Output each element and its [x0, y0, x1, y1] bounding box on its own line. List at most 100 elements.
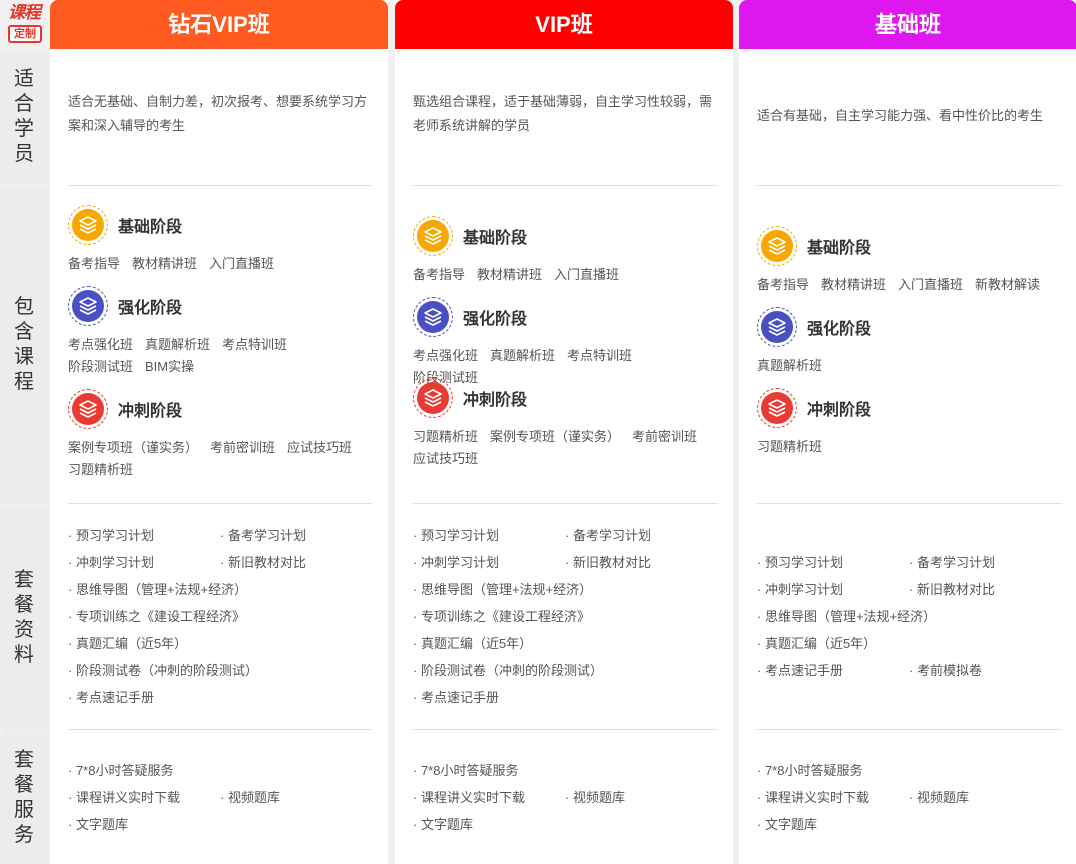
course-item[interactable]: 考点强化班 [413, 345, 478, 367]
plan-header[interactable]: VIP班 [395, 0, 733, 49]
stage-header: 冲刺阶段 [68, 389, 372, 429]
service-item: · 视频题库 [909, 790, 969, 805]
course-item[interactable]: 真题解析班 [145, 334, 210, 356]
course-item[interactable]: 应试技巧班 [287, 437, 352, 459]
course-item[interactable]: 习题精析班 [413, 426, 478, 448]
material-item: · 新旧教材对比 [565, 555, 651, 570]
course-item[interactable]: 入门直播班 [898, 274, 963, 296]
course-item[interactable]: 案例专项班（谨实务） [490, 426, 620, 448]
row-label-services: 套餐服务 [0, 732, 48, 864]
stage-title: 基础阶段 [463, 230, 528, 247]
materials-row: · 预习学习计划 · 备考学习计划 [757, 549, 1061, 576]
services-row: · 课程讲义实时下载 · 视频题库 [413, 784, 717, 811]
row-label-materials: 套餐资料 [0, 506, 48, 730]
layers-glyph [424, 308, 442, 326]
material-item: · 考点速记手册 [68, 690, 154, 705]
course-item[interactable]: 应试技巧班 [413, 448, 478, 470]
stage-title: 冲刺阶段 [807, 402, 872, 419]
course-item[interactable]: 新教材解读 [975, 274, 1040, 296]
course-item[interactable]: 案例专项班（谨实务） [68, 437, 198, 459]
layers-icon [68, 286, 108, 326]
stage-header: 基础阶段 [413, 216, 717, 256]
materials-row: · 专项训练之《建设工程经济》 [413, 603, 717, 630]
section-divider [68, 503, 372, 504]
plan-header[interactable]: 钻石VIP班 [50, 0, 388, 49]
stage-title: 强化阶段 [118, 300, 183, 317]
stage-course-list: 案例专项班（谨实务） 考前密训班 应试技巧班习题精析班 [68, 437, 372, 481]
plan-column-diamond-vip: 钻石VIP班 适合无基础、自制力差，初次报考、想要系统学习方案和深入辅导的考生 基础… [50, 0, 388, 864]
stage-course-list: 备考指导 教材精讲班 入门直播班 [68, 253, 372, 275]
course-stage: 基础阶段 备考指导 教材精讲班 入门直播班 新教材解读 [757, 226, 1061, 296]
course-item[interactable]: 真题解析班 [490, 345, 555, 367]
section-divider [757, 185, 1061, 186]
stage-course-list: 真题解析班 [757, 355, 1061, 377]
course-stage: 冲刺阶段习题精析班 [757, 388, 1061, 458]
service-item: · 视频题库 [565, 790, 625, 805]
course-item[interactable]: 备考指导 [757, 274, 809, 296]
layers-icon [68, 205, 108, 245]
material-item: · 思维导图（管理+法规+经济） [413, 582, 593, 597]
materials-row: · 阶段测试卷（冲刺的阶段测试） [413, 657, 717, 684]
services-list: · 7*8小时答疑服务 · 课程讲义实时下载 · 视频题库 · 文字题库 [757, 757, 1061, 838]
layers-glyph [768, 237, 786, 255]
materials-row: · 阶段测试卷（冲刺的阶段测试） [68, 657, 372, 684]
materials-row: · 真题汇编（近5年） [757, 630, 1061, 657]
materials-row: · 考点速记手册 · 考前模拟卷 [757, 657, 1061, 684]
row-label-sidebar: 课程 定制 适合学员 包含课程 套餐资料 套餐服务 [0, 0, 48, 864]
suitable-description: 适合有基础，自主学习能力强、看中性价比的考生 [757, 108, 1044, 123]
materials-row: · 真题汇编（近5年） [413, 630, 717, 657]
course-item[interactable]: 教材精讲班 [821, 274, 886, 296]
stage-course-list: 备考指导 教材精讲班 入门直播班 [413, 264, 717, 286]
course-item[interactable]: 真题解析班 [757, 355, 822, 377]
course-item[interactable]: BIM实操 [145, 356, 194, 378]
materials-row: · 冲刺学习计划 · 新旧教材对比 [757, 576, 1061, 603]
course-stage: 基础阶段备考指导 教材精讲班 入门直播班 [413, 216, 717, 286]
course-item[interactable]: 教材精讲班 [132, 253, 197, 275]
course-item[interactable]: 考点特训班 [567, 345, 632, 367]
course-item[interactable]: 考前密训班 [632, 426, 697, 448]
course-item[interactable]: 入门直播班 [554, 264, 619, 286]
course-stage: 强化阶段 考点强化班 真题解析班 考点特训班阶段测试班 [413, 297, 717, 389]
course-item[interactable]: 考点强化班 [68, 334, 133, 356]
course-item[interactable]: 考点特训班 [222, 334, 287, 356]
service-item: · 视频题库 [220, 790, 280, 805]
services-row: · 7*8小时答疑服务 [68, 757, 372, 784]
course-item[interactable]: 阶段测试班 [68, 356, 133, 378]
suitable-description: 甄选组合课程，适于基础薄弱，自主学习性较弱，需老师系统讲解的学员 [413, 94, 713, 133]
material-item: · 考前模拟卷 [909, 663, 982, 678]
section-divider [68, 185, 372, 186]
layers-glyph [424, 227, 442, 245]
section-divider [757, 503, 1061, 504]
course-item[interactable]: 习题精析班 [757, 436, 822, 458]
layers-glyph [79, 297, 97, 315]
course-stage: 强化阶段真题解析班 [757, 307, 1061, 377]
course-stage: 基础阶段备考指导 教材精讲班 入门直播班 [68, 205, 372, 275]
materials-row: · 冲刺学习计划 · 新旧教材对比 [413, 549, 717, 576]
course-item[interactable]: 备考指导 [413, 264, 465, 286]
course-custom-logo: 课程 定制 [2, 2, 46, 46]
course-item[interactable]: 习题精析班 [68, 459, 133, 481]
course-stage: 冲刺阶段案例专项班（谨实务） 考前密训班 应试技巧班习题精析班 [68, 389, 372, 481]
plan-column-basic: 基础班适合有基础，自主学习能力强、看中性价比的考生基础阶段 备考指导 教材精讲班 入门… [739, 0, 1076, 864]
stage-title: 基础阶段 [118, 219, 183, 236]
stage-header: 冲刺阶段 [413, 378, 717, 418]
layers-icon [413, 297, 453, 337]
services-row: · 文字题库 [413, 811, 717, 838]
stage-header: 强化阶段 [413, 297, 717, 337]
stage-title: 强化阶段 [807, 321, 872, 338]
course-item[interactable]: 考前密训班 [210, 437, 275, 459]
row-label-text: 包含课程 [14, 296, 34, 393]
materials-row: · 考点速记手册 [413, 684, 717, 711]
row-label-suitable: 适合学员 [0, 50, 48, 184]
services-row: · 7*8小时答疑服务 [757, 757, 1061, 784]
material-item: · 专项训练之《建设工程经济》 [413, 609, 590, 624]
stage-course-list: 考点强化班 真题解析班 考点特训班阶段测试班 BIM实操 [68, 334, 372, 378]
service-item: · 课程讲义实时下载 [68, 790, 180, 805]
course-item[interactable]: 入门直播班 [209, 253, 274, 275]
course-item[interactable]: 备考指导 [68, 253, 120, 275]
course-item[interactable]: 教材精讲班 [477, 264, 542, 286]
layers-icon [413, 216, 453, 256]
stage-header: 强化阶段 [68, 286, 372, 326]
materials-row: · 专项训练之《建设工程经济》 [68, 603, 372, 630]
plan-header[interactable]: 基础班 [739, 0, 1076, 49]
